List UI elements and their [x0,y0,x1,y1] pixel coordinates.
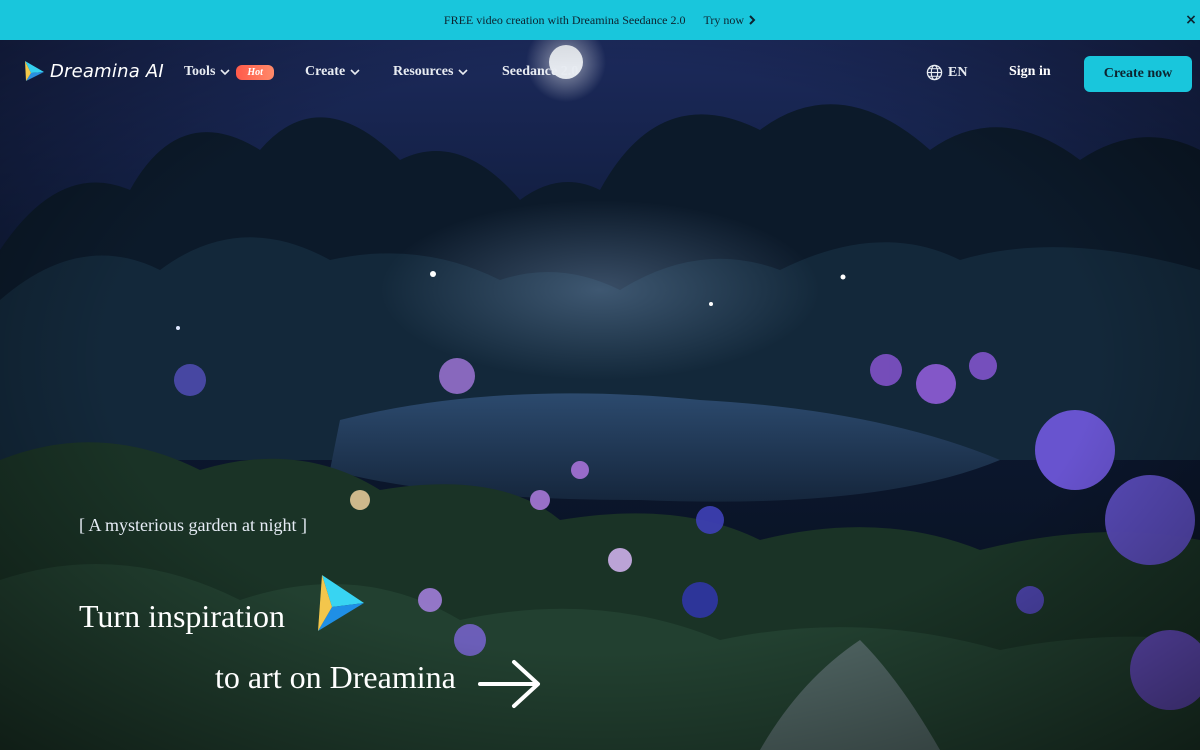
language-label: EN [948,64,968,80]
hero-caption: [ A mysterious garden at night ] [79,515,307,535]
hot-badge: Hot [236,64,274,80]
headline-line-1: Turn inspiration [79,598,285,634]
create-now-button[interactable]: Create now [1084,56,1192,92]
hero-section [0,40,1200,750]
logo-text: Dreamina AI [50,60,164,82]
chevron-down-icon [220,69,230,76]
nav-resources-label: Resources [393,64,454,79]
nav-tools-label: Tools [184,64,216,79]
nav-create[interactable]: Create [305,64,360,80]
chevron-right-icon [749,15,756,25]
globe-icon [926,64,943,81]
banner-close-button[interactable]: × [1184,12,1198,28]
try-now-link[interactable]: Try now [704,13,757,28]
hero-background-image [0,40,1200,750]
banner-text: FREE video creation with Dreamina Seedan… [443,12,686,27]
dreamina-logo[interactable]: Dreamina AI [22,59,164,83]
nav-tools[interactable]: Tools Hot [184,64,274,80]
nav-seedance-label: Seedance 2.0 [502,64,579,79]
arrow-right-icon[interactable] [476,658,542,710]
nav-seedance[interactable]: Seedance 2.0 [502,64,578,80]
top-nav: Dreamina AI Tools Hot Create Resources S… [0,40,1200,108]
dreamina-spark-icon [318,575,364,631]
dreamina-logo-icon [25,61,44,81]
chevron-down-icon [458,69,468,76]
chevron-down-icon [350,69,360,76]
language-selector[interactable]: EN [926,64,967,81]
nav-create-label: Create [305,64,346,79]
nav-resources[interactable]: Resources [393,64,468,80]
headline-line-2: to art on Dreamina [215,659,456,695]
promo-banner: FREE video creation with Dreamina Seedan… [0,0,1200,40]
sign-in-link[interactable]: Sign in [1009,64,1051,80]
try-now-label: Try now [703,12,745,27]
